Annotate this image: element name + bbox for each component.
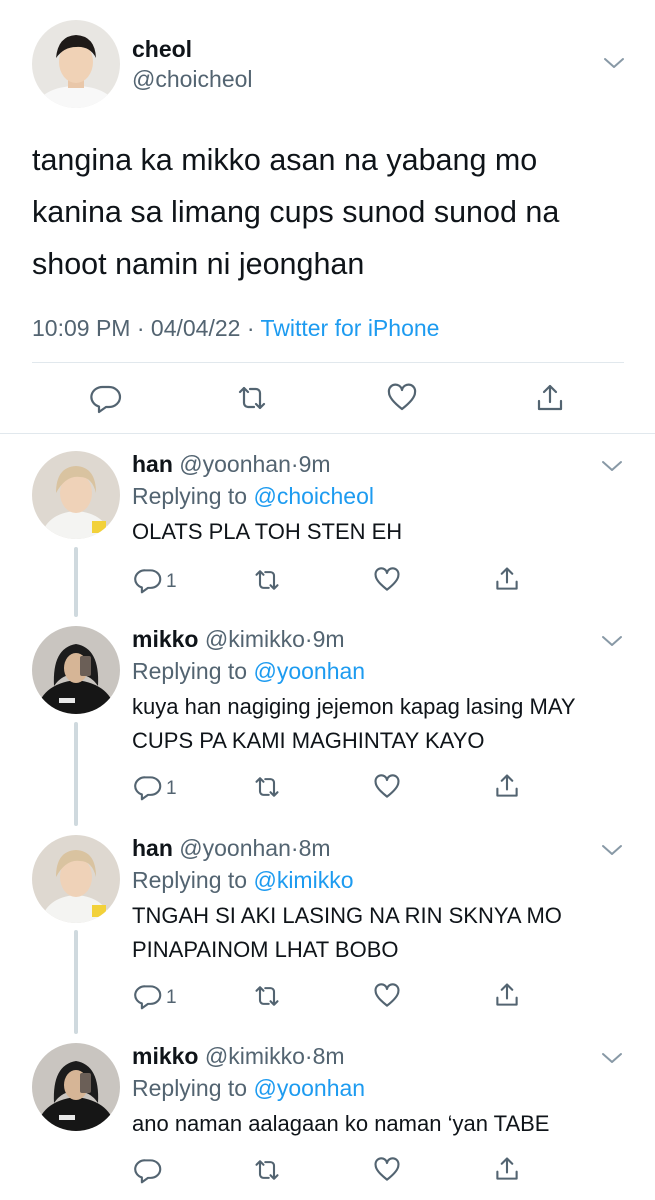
author-name[interactable]: cheol [132, 36, 192, 63]
divider [32, 362, 624, 363]
reply-count: 1 [166, 571, 177, 592]
like-icon[interactable] [373, 982, 401, 1010]
tweet-meta: 10:09 PM · 04/04/22 · Twitter for iPhone [32, 315, 439, 342]
share-icon[interactable] [493, 981, 521, 1009]
share-icon[interactable] [493, 772, 521, 800]
reply-tweet[interactable]: han @yoonhan·9m Replying to @choicheol O… [0, 451, 655, 611]
share-icon[interactable] [493, 1155, 521, 1183]
like-icon[interactable] [386, 382, 418, 414]
reply-author-handle[interactable]: @kimikko [205, 626, 305, 652]
reply-author-handle[interactable]: @kimikko [205, 1043, 305, 1069]
tweet-source-link[interactable]: Twitter for iPhone [260, 315, 439, 341]
avatar-image-han [32, 451, 120, 539]
reply-text: kuya han nagiging jejemon kapag lasing M… [132, 694, 576, 753]
avatar[interactable] [32, 451, 120, 539]
reply-header: mikko @kimikko·8m [132, 1043, 345, 1070]
meta-dot: · [304, 626, 313, 652]
retweet-icon[interactable] [236, 382, 268, 414]
chevron-down-icon[interactable] [601, 1051, 623, 1065]
chevron-down-icon[interactable] [601, 634, 623, 648]
chevron-down-icon[interactable] [601, 459, 623, 473]
reply-tweet[interactable]: mikko @kimikko·8m Replying to @yoonhan a… [0, 1043, 655, 1200]
meta-dot: · [290, 835, 299, 861]
avatar-image-han [32, 835, 120, 923]
reply-tweet[interactable]: mikko @kimikko·9m Replying to @yoonhan k… [0, 626, 655, 816]
reply-author-handle[interactable]: @yoonhan [179, 835, 291, 861]
retweet-icon[interactable] [253, 982, 281, 1010]
reply-text: TNGAH SI AKI LASING NA RIN SKNYA MO PINA… [132, 903, 562, 962]
replying-label: Replying to [132, 1075, 254, 1101]
mention-link[interactable]: @yoonhan [253, 1075, 365, 1101]
chevron-down-icon[interactable] [601, 843, 623, 857]
reply-time: 8m [312, 1043, 345, 1069]
mention-link[interactable]: @choicheol [253, 483, 374, 509]
tweet-time: 10:09 PM [32, 315, 131, 341]
mention-link[interactable]: @yoonhan [253, 658, 365, 684]
reply-icon[interactable] [134, 566, 162, 594]
author-handle[interactable]: @choicheol [132, 66, 253, 93]
reply-author-name[interactable]: han [132, 451, 173, 477]
meta-separator: · [240, 315, 261, 341]
reply-author-handle[interactable]: @yoonhan [179, 451, 291, 477]
reply-author-name[interactable]: mikko [132, 626, 198, 652]
reply-time: 9m [298, 451, 331, 477]
share-icon[interactable] [534, 382, 566, 414]
replying-label: Replying to [132, 483, 254, 509]
reply-time: 9m [312, 626, 345, 652]
reply-author-name[interactable]: han [132, 835, 173, 861]
reply-icon[interactable] [134, 982, 162, 1010]
reply-icon[interactable] [134, 1156, 162, 1184]
reply-tweet[interactable]: han @yoonhan·8m Replying to @kimikko TNG… [0, 835, 655, 1025]
divider [0, 433, 655, 434]
reply-author-name[interactable]: mikko [132, 1043, 198, 1069]
avatar[interactable] [32, 835, 120, 923]
mention-link[interactable]: @kimikko [253, 867, 353, 893]
meta-dot: · [290, 451, 299, 477]
replying-label: Replying to [132, 867, 254, 893]
meta-separator: · [130, 315, 151, 341]
meta-dot: · [304, 1043, 313, 1069]
replying-to: Replying to @kimikko [132, 867, 354, 894]
tweet-thread-page: cheol @choicheol tangina ka mikko asan n… [0, 0, 655, 1200]
replying-to: Replying to @yoonhan [132, 1075, 365, 1102]
main-tweet: cheol @choicheol tangina ka mikko asan n… [0, 0, 655, 434]
reply-text: OLATS PLA TOH STEN EH [132, 519, 403, 544]
tweet-date: 04/04/22 [150, 315, 241, 341]
like-icon[interactable] [373, 1156, 401, 1184]
like-icon[interactable] [373, 773, 401, 801]
retweet-icon[interactable] [253, 566, 281, 594]
avatar[interactable] [32, 626, 120, 714]
avatar[interactable] [32, 20, 120, 108]
reply-header: mikko @kimikko·9m [132, 626, 345, 653]
reply-count: 1 [166, 778, 177, 799]
chevron-down-icon[interactable] [603, 56, 625, 70]
avatar[interactable] [32, 1043, 120, 1131]
replying-label: Replying to [132, 658, 254, 684]
reply-header: han @yoonhan·9m [132, 451, 331, 478]
replying-to: Replying to @yoonhan [132, 658, 365, 685]
replying-to: Replying to @choicheol [132, 483, 374, 510]
reply-count: 1 [166, 987, 177, 1008]
like-icon[interactable] [373, 566, 401, 594]
avatar-image-mikko [32, 1043, 120, 1131]
tweet-text: tangina ka mikko asan na yabang mo kanin… [32, 143, 560, 281]
share-icon[interactable] [493, 565, 521, 593]
reply-text: ano naman aalagaan ko naman ‘yan TABE [132, 1111, 550, 1136]
retweet-icon[interactable] [253, 773, 281, 801]
reply-header: han @yoonhan·8m [132, 835, 331, 862]
reply-icon[interactable] [90, 382, 122, 414]
avatar-image-cheol [32, 20, 120, 108]
reply-icon[interactable] [134, 773, 162, 801]
reply-time: 8m [298, 835, 331, 861]
avatar-image-mikko [32, 626, 120, 714]
retweet-icon[interactable] [253, 1156, 281, 1184]
